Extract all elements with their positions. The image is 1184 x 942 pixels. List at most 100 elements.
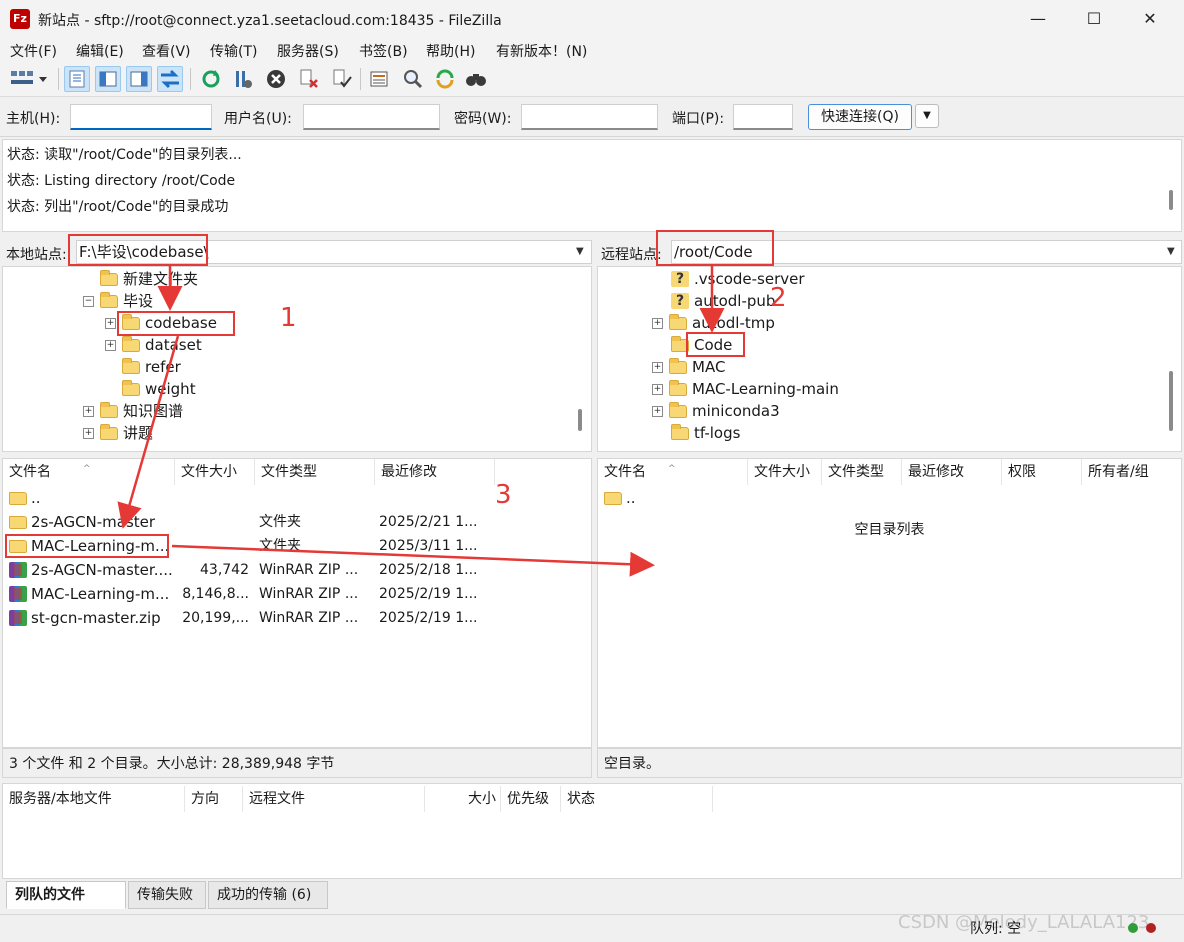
search-icon[interactable] <box>463 66 489 92</box>
file-row[interactable]: MAC-Learning-m... 8,146,8... WinRAR ZIP … <box>3 582 591 606</box>
password-label: 密码(W): <box>454 111 512 127</box>
filter-icon[interactable] <box>366 66 392 92</box>
col-filename[interactable]: 文件名 ^ <box>598 459 748 485</box>
queue-status: 队列: 空 <box>970 921 1022 937</box>
expand-icon[interactable]: + <box>652 405 663 417</box>
refresh-icon[interactable] <box>198 66 224 92</box>
tree-item[interactable]: − 毕设 <box>83 290 153 312</box>
col-owner-group[interactable]: 所有者/组 <box>1082 459 1181 485</box>
expand-icon[interactable]: + <box>83 427 94 439</box>
collapse-icon[interactable]: − <box>83 295 94 307</box>
expand-icon[interactable]: + <box>652 317 663 329</box>
remote-site-label: 远程站点: <box>601 247 662 263</box>
tree-item[interactable]: + miniconda3 <box>652 400 780 422</box>
col-modified[interactable]: 最近修改 <box>902 459 1002 485</box>
password-input[interactable] <box>521 104 658 130</box>
tree-item[interactable]: 新建文件夹 <box>83 268 198 290</box>
col-modified[interactable]: 最近修改 <box>375 459 495 485</box>
queue-col-size[interactable]: 大小 <box>425 786 501 812</box>
menu-server[interactable]: 服务器(S) <box>277 41 339 61</box>
toggle-local-tree-icon[interactable] <box>95 66 121 92</box>
file-row[interactable]: .. <box>598 486 1181 510</box>
menu-new-version[interactable]: 有新版本！(N) <box>496 41 587 61</box>
tree-item[interactable]: + 知识图谱 <box>83 400 183 422</box>
tree-item[interactable]: + autodl-tmp <box>652 312 775 334</box>
close-button[interactable]: ✕ <box>1122 0 1178 38</box>
menu-transfer[interactable]: 传输(T) <box>210 41 257 61</box>
tab-queued-files[interactable]: 列队的文件 <box>6 881 126 909</box>
tree-item[interactable]: + dataset <box>105 334 202 356</box>
tree-item[interactable]: tf-logs <box>654 422 740 444</box>
username-label: 用户名(U): <box>224 111 292 127</box>
menu-help[interactable]: 帮助(H) <box>426 41 475 61</box>
maximize-button[interactable]: ☐ <box>1066 0 1122 38</box>
queue-col-status[interactable]: 状态 <box>561 786 713 812</box>
queue-col-remote[interactable]: 远程文件 <box>243 786 425 812</box>
folder-icon <box>100 423 118 440</box>
col-permissions[interactable]: 权限 <box>1002 459 1082 485</box>
folder-icon <box>100 401 118 418</box>
tree-item[interactable]: + MAC <box>652 356 725 378</box>
folder-icon <box>100 291 118 308</box>
local-tree-scrollbar[interactable] <box>578 409 582 431</box>
expand-icon[interactable]: + <box>105 339 116 351</box>
cancel-icon[interactable] <box>263 66 289 92</box>
toggle-remote-tree-icon[interactable] <box>126 66 152 92</box>
remote-status: 空目录。 <box>597 748 1182 778</box>
unknown-folder-icon: ? <box>671 293 689 309</box>
menu-view[interactable]: 查看(V) <box>142 41 191 61</box>
queue-col-local[interactable]: 服务器/本地文件 <box>3 786 185 812</box>
local-path-input[interactable]: F:\毕设\codebase\ <box>76 240 592 264</box>
queue-col-direction[interactable]: 方向 <box>185 786 243 812</box>
tree-item-codebase[interactable]: + codebase <box>105 312 217 334</box>
host-input[interactable] <box>70 104 212 130</box>
disconnect-icon[interactable] <box>296 66 322 92</box>
zip-archive-icon <box>9 562 27 578</box>
tree-item[interactable]: ? autodl-pub <box>654 290 775 312</box>
quickconnect-dropdown[interactable]: ▼ <box>915 104 939 128</box>
menu-bookmarks[interactable]: 书签(B) <box>359 41 408 61</box>
file-row[interactable]: MAC-Learning-m... 文件夹 2025/3/11 1... <box>3 534 591 558</box>
expand-icon[interactable]: + <box>105 317 116 329</box>
file-row[interactable]: 2s-AGCN-master.... 43,742 WinRAR ZIP ...… <box>3 558 591 582</box>
local-directory-tree: 新建文件夹 − 毕设 + codebase + dataset refer weigh… <box>2 266 592 452</box>
remote-path-dropdown-icon[interactable]: ▼ <box>1167 246 1175 257</box>
tree-item[interactable]: + 讲题 <box>83 422 153 444</box>
local-status: 3 个文件 和 2 个目录。大小总计: 28,389,948 字节 <box>2 748 592 778</box>
compare-icon[interactable] <box>400 66 426 92</box>
menu-edit[interactable]: 编辑(E) <box>76 41 124 61</box>
menu-file[interactable]: 文件(F) <box>10 41 57 61</box>
col-filesize[interactable]: 文件大小 <box>748 459 822 485</box>
port-input[interactable] <box>733 104 793 130</box>
sort-asc-icon: ^ <box>668 464 676 474</box>
remote-path-input[interactable]: /root/Code <box>671 240 1182 264</box>
site-manager-icon[interactable] <box>6 66 52 92</box>
expand-icon[interactable]: + <box>652 361 663 373</box>
tree-item[interactable]: + MAC-Learning-main <box>652 378 839 400</box>
tab-successful-transfers[interactable]: 成功的传输 (6) <box>208 881 328 909</box>
expand-icon[interactable]: + <box>652 383 663 395</box>
local-path-dropdown-icon[interactable]: ▼ <box>576 246 584 257</box>
expand-icon[interactable]: + <box>83 405 94 417</box>
process-queue-icon[interactable] <box>230 66 256 92</box>
col-filetype[interactable]: 文件类型 <box>822 459 902 485</box>
file-row[interactable]: st-gcn-master.zip 20,199,... WinRAR ZIP … <box>3 606 591 630</box>
col-filesize[interactable]: 文件大小 <box>175 459 255 485</box>
toggle-log-icon[interactable] <box>64 66 90 92</box>
remote-tree-scrollbar[interactable] <box>1169 371 1173 431</box>
file-row[interactable]: 2s-AGCN-master 文件夹 2025/2/21 1... <box>3 510 591 534</box>
tree-item[interactable]: weight <box>105 378 196 400</box>
tree-item-code[interactable]: Code <box>654 334 732 356</box>
minimize-button[interactable]: — <box>1010 0 1066 38</box>
log-scrollbar[interactable] <box>1169 190 1173 210</box>
queue-col-priority[interactable]: 优先级 <box>501 786 561 812</box>
quickconnect-button[interactable]: 快速连接(Q) <box>808 104 912 130</box>
reconnect-icon[interactable] <box>329 66 355 92</box>
tab-failed-transfers[interactable]: 传输失败 <box>128 881 206 909</box>
col-filetype[interactable]: 文件类型 <box>255 459 375 485</box>
sync-browse-icon[interactable] <box>432 66 458 92</box>
username-input[interactable] <box>303 104 440 130</box>
toggle-queue-icon[interactable] <box>157 66 183 92</box>
tree-item[interactable]: refer <box>105 356 181 378</box>
col-filename[interactable]: 文件名 ^ <box>3 459 175 485</box>
